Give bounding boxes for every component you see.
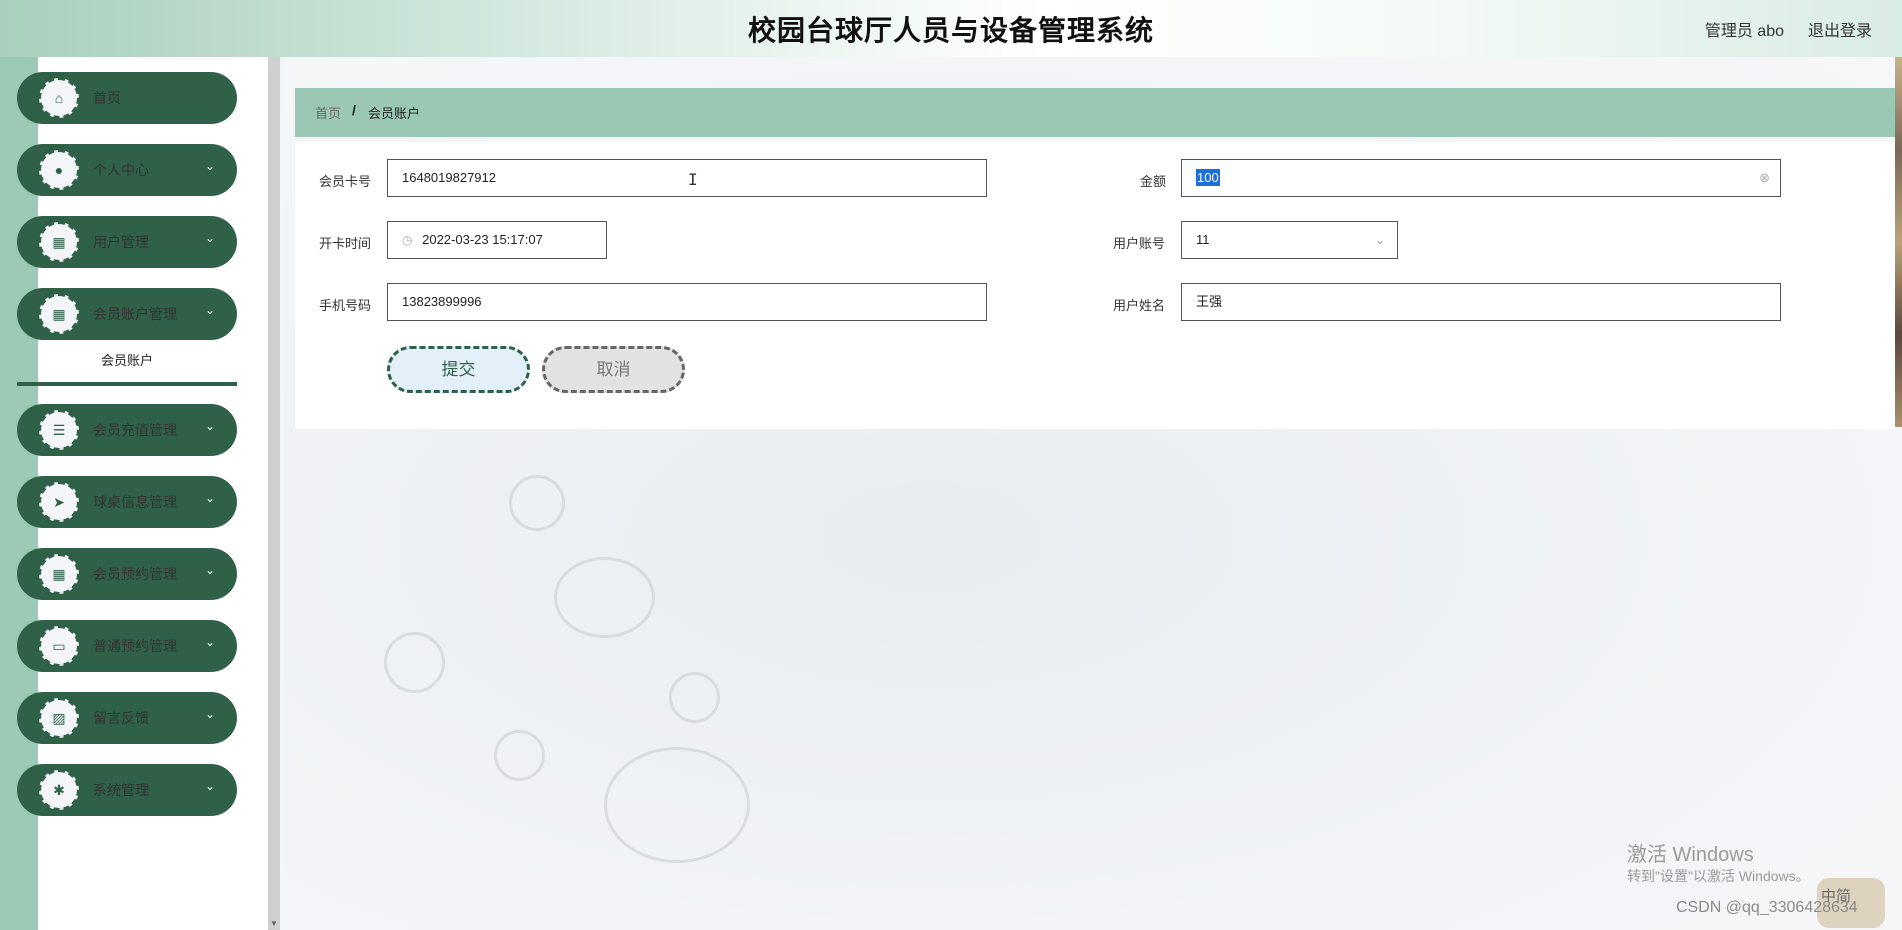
sidebar-item-label: 会员预约管理 xyxy=(93,566,177,582)
sidebar-item-label: 系统管理 xyxy=(93,782,149,798)
chevron-down-icon: ⌄ xyxy=(204,303,215,317)
amount-value: 100 xyxy=(1196,169,1220,186)
water-drop-decoration xyxy=(554,557,655,638)
sidebar-item-label: 普通预约管理 xyxy=(93,638,177,654)
chevron-down-icon: ⌄ xyxy=(204,419,215,433)
sidebar-item-label: 用户管理 xyxy=(93,234,149,250)
sidebar-item-system-management[interactable]: ✱ 系统管理 ⌄ xyxy=(17,764,237,816)
user-account-label: 用户账号 xyxy=(1113,236,1166,251)
monitor-icon: ▭ xyxy=(39,626,79,666)
csdn-watermark: CSDN @qq_3306428634 xyxy=(1676,899,1858,916)
breadcrumb-separator: / xyxy=(352,102,356,118)
chart-icon: ▨ xyxy=(39,698,79,738)
card-no-label: 会员卡号 xyxy=(319,174,372,189)
user-account-value: 11 xyxy=(1196,232,1210,247)
sidebar-item-label: 球桌信息管理 xyxy=(93,494,177,510)
sidebar-item-label: 会员充值管理 xyxy=(93,422,177,438)
sidebar-item-label: 会员账户管理 xyxy=(93,306,177,322)
submenu-item-member-account[interactable]: 会员账户 xyxy=(17,350,237,386)
user-name-input[interactable]: 王强 xyxy=(1181,283,1781,321)
windows-activation-hint: 转到"设置"以激活 Windows。 xyxy=(1627,868,1810,884)
clear-icon[interactable]: ⊗ xyxy=(1759,160,1770,196)
sidebar-item-normal-reservation-management[interactable]: ▭ 普通预约管理 ⌄ xyxy=(17,620,237,672)
water-drop-decoration xyxy=(494,730,545,781)
chevron-down-icon: ⌄ xyxy=(204,779,215,793)
sidebar-item-feedback[interactable]: ▨ 留言反馈 ⌄ xyxy=(17,692,237,744)
water-drop-decoration xyxy=(604,747,750,863)
chevron-down-icon: ⌄ xyxy=(204,231,215,245)
water-drop-decoration xyxy=(669,672,720,723)
phone-label: 手机号码 xyxy=(319,298,372,313)
logout-link[interactable]: 退出登录 xyxy=(1808,17,1872,41)
chevron-down-icon: ⌄ xyxy=(204,707,215,721)
chevron-down-icon: ⌄ xyxy=(1374,233,1385,247)
user-account-select[interactable]: 11 ⌄ xyxy=(1181,221,1398,259)
breadcrumb: 首页 / 会员账户 xyxy=(295,88,1895,137)
text-cursor: I xyxy=(688,170,698,189)
sidebar-item-label: 首页 xyxy=(93,90,121,106)
app-title: 校园台球厅人员与设备管理系统 xyxy=(747,14,1154,47)
chevron-down-icon: ⌄ xyxy=(204,635,215,649)
phone-value: 13823899996 xyxy=(402,294,482,309)
submit-button[interactable]: 提交 xyxy=(387,346,530,393)
current-user-label: 管理员 abo xyxy=(1704,23,1784,40)
clock-icon: ◷ xyxy=(402,233,413,247)
open-time-label: 开卡时间 xyxy=(319,236,372,251)
amount-input[interactable]: 100 ⊗ xyxy=(1181,159,1781,197)
cogs-icon: ✱ xyxy=(39,770,79,810)
water-drop-decoration xyxy=(384,632,445,693)
cancel-button[interactable]: 取消 xyxy=(542,346,685,393)
card-no-value: 1648019827912 xyxy=(402,170,496,185)
chevron-down-icon: ⌄ xyxy=(204,491,215,505)
sidebar-item-label: 个人中心 xyxy=(93,162,149,178)
user-name-value: 王强 xyxy=(1196,294,1223,309)
sidebar-item-table-info-management[interactable]: ➤ 球桌信息管理 ⌄ xyxy=(17,476,237,528)
sidebar-item-member-reservation-management[interactable]: ▦ 会员预约管理 ⌄ xyxy=(17,548,237,600)
sidebar-item-member-account-management[interactable]: ▦ 会员账户管理 ⌄ xyxy=(17,288,237,340)
sidebar-item-label: 留言反馈 xyxy=(93,710,149,726)
user-icon: ● xyxy=(39,150,79,190)
background-window-edge xyxy=(1895,57,1902,427)
send-icon: ➤ xyxy=(39,482,79,522)
water-drop-decoration xyxy=(509,475,565,531)
home-icon: ⌂ xyxy=(39,78,79,118)
open-time-value: 2022-03-23 15:17:07 xyxy=(422,232,543,247)
user-name-label: 用户姓名 xyxy=(1113,298,1166,313)
list-icon: ☰ xyxy=(39,410,79,450)
chevron-down-icon: ⌄ xyxy=(204,159,215,173)
chevron-down-icon: ⌄ xyxy=(204,563,215,577)
breadcrumb-home-link[interactable]: 首页 xyxy=(315,103,341,122)
windows-activation-title: 激活 Windows xyxy=(1627,844,1754,866)
top-header: 校园台球厅人员与设备管理系统 管理员 abo 退出登录 xyxy=(0,0,1902,57)
amount-label: 金额 xyxy=(1140,174,1167,189)
breadcrumb-current: 会员账户 xyxy=(368,106,421,121)
grid-icon: ▦ xyxy=(39,222,79,262)
card-no-input[interactable]: 1648019827912 xyxy=(387,159,987,197)
sidebar-item-member-recharge-management[interactable]: ☰ 会员充值管理 ⌄ xyxy=(17,404,237,456)
grid-icon: ▦ xyxy=(39,554,79,594)
grid-icon: ▦ xyxy=(39,294,79,334)
sidebar-item-home[interactable]: ⌂ 首页 xyxy=(17,72,237,124)
sidebar-scrollbar[interactable]: ▼ xyxy=(268,57,280,930)
sidebar-item-personal-center[interactable]: ● 个人中心 ⌄ xyxy=(17,144,237,196)
phone-input[interactable]: 13823899996 xyxy=(387,283,987,321)
sidebar-item-user-management[interactable]: ▦ 用户管理 ⌄ xyxy=(17,216,237,268)
open-time-picker[interactable]: ◷ 2022-03-23 15:17:07 xyxy=(387,221,607,259)
